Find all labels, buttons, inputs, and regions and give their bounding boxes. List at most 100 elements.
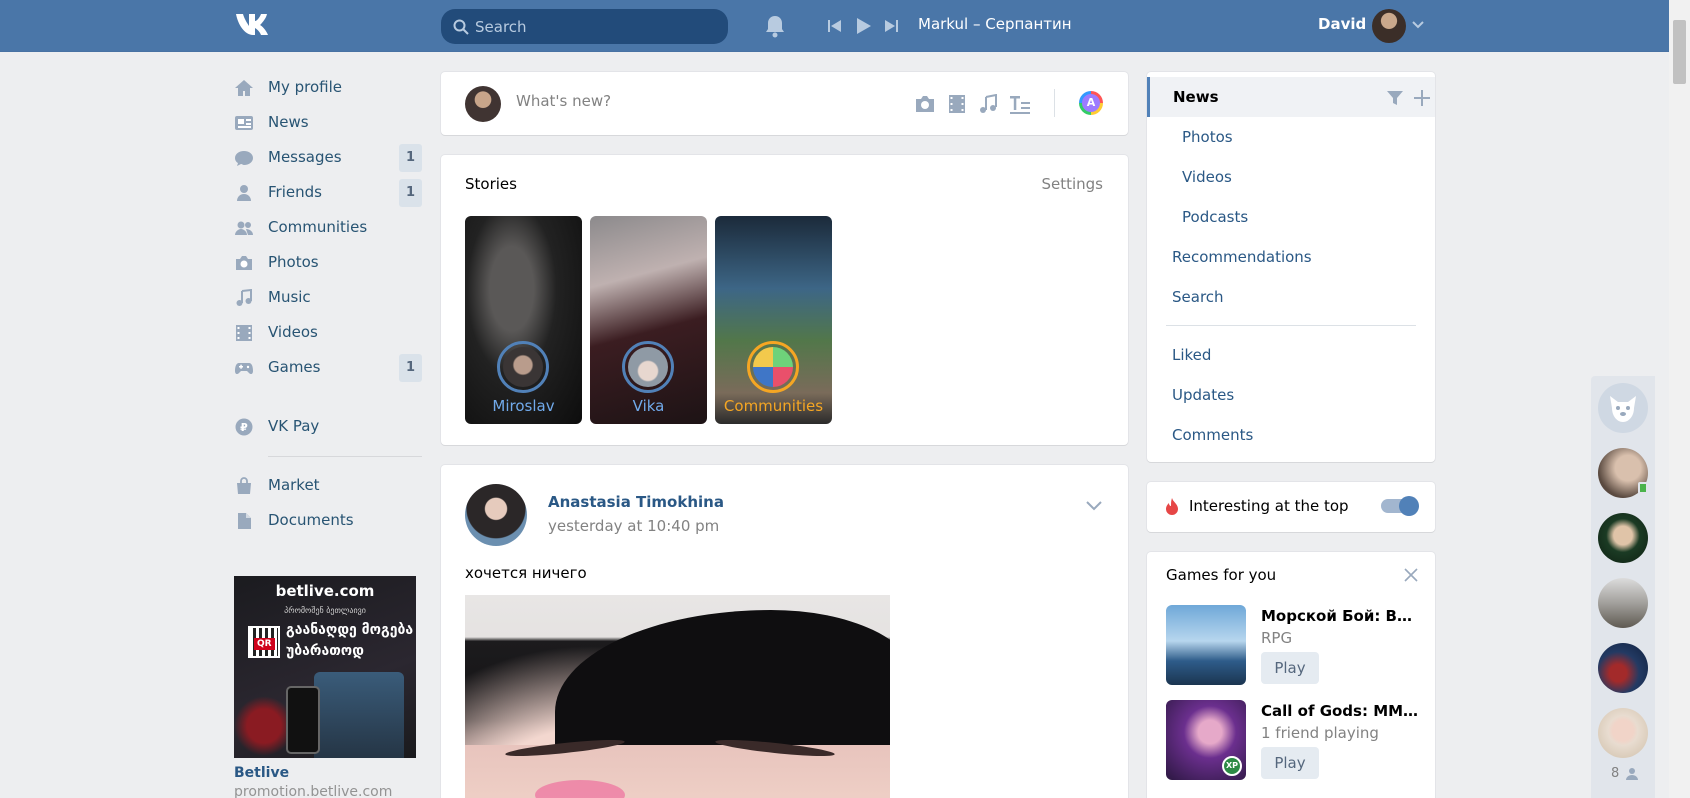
nav-item-news[interactable]: News bbox=[234, 107, 422, 139]
game-genre: RPG bbox=[1261, 629, 1293, 647]
menu-item-label: Photos bbox=[1182, 128, 1233, 146]
play-button[interactable]: Play bbox=[1261, 652, 1319, 684]
now-playing-track[interactable]: Markul – Серпантин bbox=[918, 15, 1072, 33]
messages-icon bbox=[235, 151, 253, 166]
post-author-name[interactable]: Anastasia Timokhina bbox=[548, 493, 724, 511]
bell-icon[interactable] bbox=[764, 14, 786, 38]
menu-item-comments[interactable]: Comments bbox=[1147, 415, 1435, 455]
story-card[interactable]: Miroslav bbox=[465, 216, 582, 424]
game-name[interactable]: Морской Бой: Влас... bbox=[1261, 607, 1421, 625]
friend-avatar[interactable] bbox=[1598, 448, 1648, 498]
vk-logo-icon[interactable] bbox=[234, 12, 276, 38]
menu-divider bbox=[1166, 325, 1416, 326]
friend-avatar[interactable] bbox=[1598, 578, 1648, 628]
nav-item-communities[interactable]: Communities bbox=[234, 212, 422, 244]
advertisement-banner[interactable]: betlive.com პრომოშენ ბეთლაივი QR გაანაღდ… bbox=[234, 576, 416, 758]
nav-label: My profile bbox=[268, 78, 342, 96]
post-timestamp[interactable]: yesterday at 10:40 pm bbox=[548, 517, 719, 535]
menu-item-podcasts[interactable]: Podcasts bbox=[1147, 197, 1435, 237]
menu-item-updates[interactable]: Updates bbox=[1147, 375, 1435, 415]
search-box[interactable] bbox=[441, 9, 728, 44]
story-card[interactable]: Vika bbox=[590, 216, 707, 424]
story-card[interactable]: Communities bbox=[715, 216, 832, 424]
stories-title: Stories bbox=[465, 175, 517, 193]
avatar-picker-letter: A bbox=[1082, 94, 1100, 112]
menu-item-search[interactable]: Search bbox=[1147, 277, 1435, 317]
close-icon[interactable] bbox=[1404, 568, 1418, 582]
menu-item-label: Updates bbox=[1172, 386, 1235, 404]
play-button[interactable]: Play bbox=[1261, 747, 1319, 779]
nav-item-photos[interactable]: Photos bbox=[234, 247, 422, 279]
friend-avatar[interactable] bbox=[1598, 708, 1648, 758]
online-count-number: 8 bbox=[1611, 766, 1620, 781]
news-filter-menu: News Photos Videos Podcasts Recommendati… bbox=[1147, 72, 1435, 462]
menu-item-label: Comments bbox=[1172, 426, 1254, 444]
nav-item-games[interactable]: Games 1 bbox=[234, 352, 422, 384]
previous-track-icon[interactable] bbox=[826, 17, 844, 35]
story-avatar bbox=[747, 341, 799, 393]
game-thumbnail[interactable] bbox=[1166, 605, 1246, 685]
video-attach-icon[interactable] bbox=[946, 94, 968, 114]
music-attach-icon[interactable] bbox=[977, 94, 999, 114]
menu-item-label: Recommendations bbox=[1172, 248, 1312, 266]
stories-settings-link[interactable]: Settings bbox=[1041, 175, 1103, 193]
interesting-label: Interesting at the top bbox=[1189, 497, 1349, 515]
user-name[interactable]: David bbox=[1318, 15, 1366, 33]
play-icon[interactable] bbox=[854, 17, 872, 35]
menu-item-photos[interactable]: Photos bbox=[1147, 117, 1435, 157]
ad-subtitle[interactable]: promotion.betlive.com bbox=[234, 784, 392, 798]
nav-item-friends[interactable]: Friends 1 bbox=[234, 177, 422, 209]
post-menu-chevron-icon[interactable] bbox=[1086, 501, 1102, 511]
counter-badge: 1 bbox=[399, 354, 422, 382]
nav-label: Friends bbox=[268, 183, 322, 201]
menu-item-videos[interactable]: Videos bbox=[1147, 157, 1435, 197]
photo-attach-icon[interactable] bbox=[914, 94, 936, 114]
interesting-toggle[interactable] bbox=[1381, 496, 1419, 516]
game-row[interactable]: Морской Бой: Влас... RPG Play bbox=[1166, 605, 1421, 687]
plus-icon[interactable] bbox=[1413, 89, 1431, 107]
home-icon bbox=[235, 80, 253, 96]
search-icon bbox=[453, 19, 469, 35]
nav-item-vk-pay[interactable]: ₽ VK Pay bbox=[234, 411, 422, 443]
ad-title[interactable]: Betlive bbox=[234, 765, 289, 781]
nav-label: Photos bbox=[268, 253, 319, 271]
menu-item-liked[interactable]: Liked bbox=[1147, 335, 1435, 375]
nav-item-messages[interactable]: Messages 1 bbox=[234, 142, 422, 174]
next-track-icon[interactable] bbox=[882, 17, 900, 35]
counter-badge: 1 bbox=[399, 144, 422, 172]
nav-item-market[interactable]: Market bbox=[234, 470, 422, 502]
search-input[interactable] bbox=[475, 9, 720, 44]
user-avatar[interactable] bbox=[1372, 9, 1406, 43]
friend-avatar[interactable] bbox=[1598, 383, 1648, 433]
nav-label: Games bbox=[268, 358, 321, 376]
nav-item-music[interactable]: Music bbox=[234, 282, 422, 314]
friend-avatar[interactable] bbox=[1598, 643, 1648, 693]
friend-avatar[interactable] bbox=[1598, 513, 1648, 563]
post-author-avatar[interactable] bbox=[465, 484, 527, 546]
avatar-picker-icon[interactable]: A bbox=[1079, 91, 1103, 115]
page-scrollbar[interactable] bbox=[1669, 0, 1690, 798]
post-photo[interactable] bbox=[465, 595, 890, 798]
game-name[interactable]: Call of Gods: MMOR... bbox=[1261, 702, 1421, 720]
counter-badge: 1 bbox=[399, 179, 422, 207]
online-friends-count[interactable]: 8 bbox=[1611, 766, 1638, 781]
nav-item-documents[interactable]: Documents bbox=[234, 505, 422, 537]
chevron-down-icon[interactable] bbox=[1412, 21, 1424, 29]
game-thumbnail[interactable]: XP bbox=[1166, 700, 1246, 780]
top-header: Markul – Серпантин David bbox=[0, 0, 1690, 52]
menu-item-recommendations[interactable]: Recommendations bbox=[1147, 237, 1435, 277]
nav-item-my-profile[interactable]: My profile bbox=[234, 72, 422, 104]
ad-small-text: პრომოშენ ბეთლაივი bbox=[284, 606, 366, 615]
nav-item-videos[interactable]: Videos bbox=[234, 317, 422, 349]
person-icon bbox=[1626, 768, 1638, 780]
menu-item-news[interactable]: News bbox=[1147, 77, 1435, 117]
scrollbar-thumb[interactable] bbox=[1673, 20, 1686, 84]
nav-label: Communities bbox=[268, 218, 368, 236]
ad-decoration bbox=[234, 696, 294, 756]
menu-item-label: Videos bbox=[1182, 168, 1232, 186]
composer-input[interactable]: What's new? bbox=[516, 92, 611, 110]
camera-icon bbox=[236, 256, 252, 270]
game-row[interactable]: XP Call of Gods: MMOR... 1 friend playin… bbox=[1166, 700, 1421, 782]
filter-icon[interactable] bbox=[1386, 89, 1404, 107]
article-icon[interactable] bbox=[1009, 94, 1031, 114]
